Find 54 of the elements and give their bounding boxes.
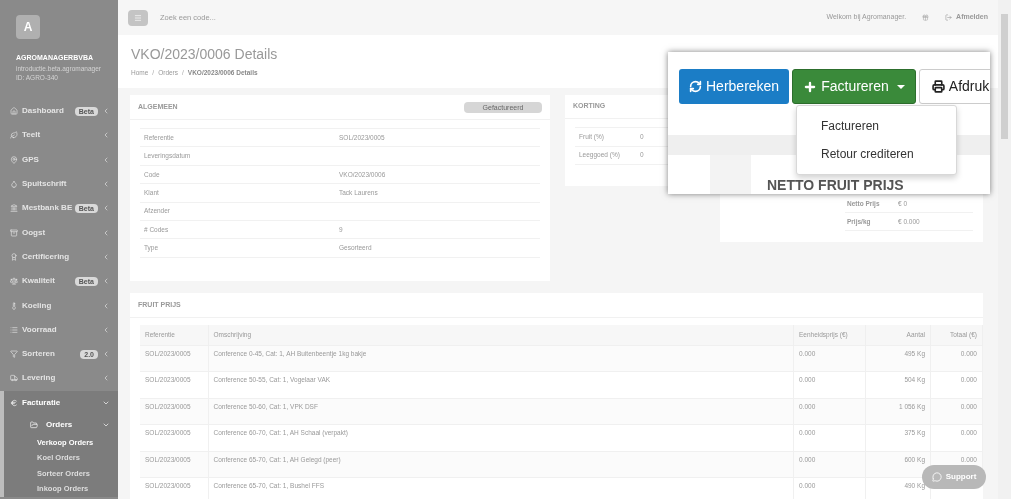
sidebar-item[interactable]: Spuitschrift — [0, 171, 118, 197]
chevron-left-icon — [102, 155, 110, 164]
chevron-left-icon — [102, 374, 110, 383]
chevron-left-icon — [102, 131, 110, 140]
box-icon — [10, 228, 18, 237]
print-button[interactable]: Afdruk — [918, 69, 990, 104]
folder-icon — [30, 420, 38, 429]
sidebar-subitem[interactable]: Orders — [4, 414, 118, 435]
filter-icon — [10, 350, 18, 359]
invoice-dropdown-button[interactable]: Factureren — [792, 69, 916, 104]
logout-icon — [945, 14, 953, 21]
chevron-left-icon — [102, 350, 110, 359]
printer-icon — [931, 80, 945, 93]
avatar: A — [16, 15, 40, 39]
chevron-left-icon — [102, 204, 110, 213]
chat-icon — [931, 472, 942, 482]
menu-icon — [134, 13, 142, 22]
list-icon — [10, 325, 18, 334]
thermometer-icon — [10, 301, 18, 310]
sidebar-item[interactable]: Teelt — [0, 123, 118, 148]
menu-button[interactable] — [128, 9, 148, 26]
sidebar-item[interactable]: Certificering — [0, 244, 118, 270]
truck-icon — [10, 374, 18, 383]
chevron-left-icon — [102, 301, 110, 310]
euro-icon — [10, 398, 18, 407]
sidebar-item[interactable]: Koeling — [0, 293, 118, 318]
sidebar-item[interactable]: GPS — [0, 147, 118, 172]
chevron-left-icon — [102, 252, 110, 261]
plus-icon — [803, 79, 818, 94]
bank-icon — [10, 204, 18, 213]
home-icon — [10, 107, 18, 116]
gift-icon[interactable] — [922, 14, 930, 21]
menu-item[interactable]: Retour crediteren — [797, 140, 956, 168]
caret-icon — [896, 84, 905, 89]
drop-icon — [10, 180, 18, 189]
leaf-icon — [10, 131, 18, 140]
chevron-left-icon — [102, 180, 110, 189]
sidebar-item[interactable]: Facturatie — [4, 390, 118, 415]
scale-icon — [10, 277, 18, 286]
chevron-left-icon — [102, 228, 110, 237]
section-heading: NETTO FRUIT PRIJS — [766, 176, 904, 194]
sidebar-item[interactable]: Levering — [0, 366, 118, 391]
chevron-left-icon — [102, 107, 110, 116]
award-icon — [10, 252, 18, 261]
pin-icon — [10, 155, 18, 164]
page-title: VKO/2023/0006 Details — [131, 45, 279, 64]
recalculate-button[interactable]: Herbereken — [679, 69, 790, 104]
refresh-icon — [689, 80, 702, 93]
sidebar-item[interactable]: Oogst — [0, 220, 118, 245]
chevron-left-icon — [102, 325, 110, 334]
menu-item[interactable]: Factureren — [797, 112, 956, 140]
chevron-left-icon — [102, 277, 110, 286]
sidebar-item[interactable]: Voorraad — [0, 317, 118, 342]
scrollbar[interactable] — [998, 0, 1011, 499]
